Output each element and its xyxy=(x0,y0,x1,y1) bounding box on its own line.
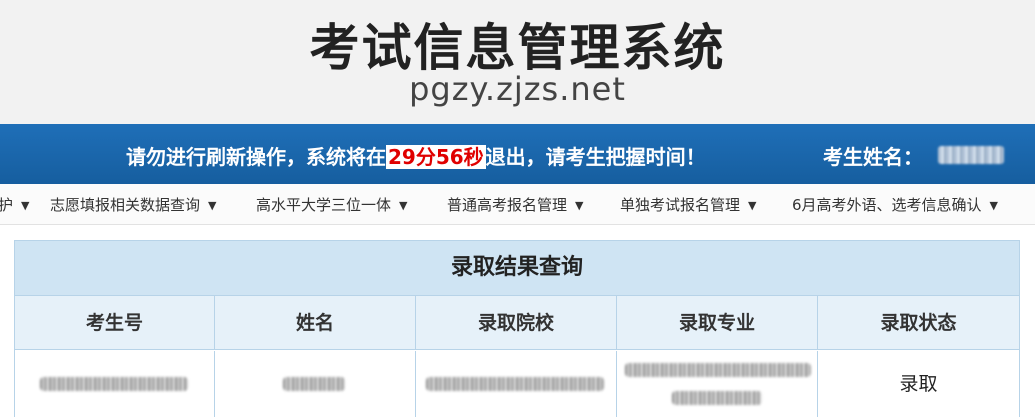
nav-label: 高水平大学三位一体 xyxy=(256,196,392,214)
caret-down-icon: ▼ xyxy=(575,199,584,212)
caret-down-icon: ▼ xyxy=(399,199,408,212)
system-header: 考试信息管理系统 pgzy.zjzs.net xyxy=(0,0,1035,124)
nav-label: 普通高考报名管理 xyxy=(447,196,568,214)
nav-label: 护 xyxy=(0,196,14,214)
cell-school-redacted xyxy=(416,351,617,417)
admission-result-table: 录取结果查询 考生号 姓名 录取院校 录取专业 录取状态 录取 xyxy=(14,240,1020,417)
cell-name-redacted xyxy=(215,351,416,417)
column-header-major: 录取专业 xyxy=(617,296,818,350)
notice-suffix: 退出，请考生把握时间！ xyxy=(485,145,706,169)
notice-prefix: 请勿进行刷新操作，系统将在 xyxy=(126,145,386,169)
main-nav: 护 ▼ 志愿填报相关数据查询 ▼ 高水平大学三位一体 ▼ 普通高考报名管理 ▼ 单独考试… xyxy=(0,184,1035,225)
nav-label: 6月高考外语、选考信息确认 xyxy=(792,196,982,214)
caret-down-icon: ▼ xyxy=(21,199,30,212)
redacted-text xyxy=(40,377,188,391)
nav-label: 单独考试报名管理 xyxy=(620,196,741,214)
nav-item-june-exam-confirmation[interactable]: 6月高考外语、选考信息确认 ▼ xyxy=(792,194,998,215)
student-name-label: 考生姓名： xyxy=(823,145,923,169)
countdown-timer: 29分56秒 xyxy=(386,145,486,169)
column-header-name: 姓名 xyxy=(215,296,416,350)
nav-label: 志愿填报相关数据查询 xyxy=(50,196,201,214)
student-name-redacted xyxy=(938,146,1004,164)
caret-down-icon: ▼ xyxy=(208,199,217,212)
redacted-text xyxy=(283,377,345,391)
caret-down-icon: ▼ xyxy=(748,199,757,212)
nav-item-volunteer-data-query[interactable]: 志愿填报相关数据查询 ▼ xyxy=(50,194,216,215)
redacted-text xyxy=(672,391,762,405)
session-timeout-notice: 请勿进行刷新操作，系统将在 29分56秒 退出，请考生把握时间！ xyxy=(126,141,706,170)
system-url: pgzy.zjzs.net xyxy=(409,70,626,108)
nav-item-independent-exam-registration[interactable]: 单独考试报名管理 ▼ xyxy=(620,194,756,215)
nav-item-gaokao-registration[interactable]: 普通高考报名管理 ▼ xyxy=(447,194,583,215)
caret-down-icon: ▼ xyxy=(989,199,999,212)
cell-major-redacted xyxy=(617,351,818,417)
table-title: 录取结果查询 xyxy=(15,241,1019,296)
cell-student-id-redacted xyxy=(15,351,215,417)
redacted-text xyxy=(625,363,811,377)
cell-admission-status: 录取 xyxy=(899,373,938,395)
redacted-text xyxy=(426,377,604,391)
column-header-school: 录取院校 xyxy=(416,296,617,350)
notice-bar: 请勿进行刷新操作，系统将在 29分56秒 退出，请考生把握时间！ 考生姓名： xyxy=(0,124,1035,184)
column-header-student-id: 考生号 xyxy=(15,296,215,350)
nav-item-partial[interactable]: 护 ▼ xyxy=(0,194,29,215)
column-header-status: 录取状态 xyxy=(818,296,1019,350)
nav-item-three-in-one[interactable]: 高水平大学三位一体 ▼ xyxy=(256,194,407,215)
